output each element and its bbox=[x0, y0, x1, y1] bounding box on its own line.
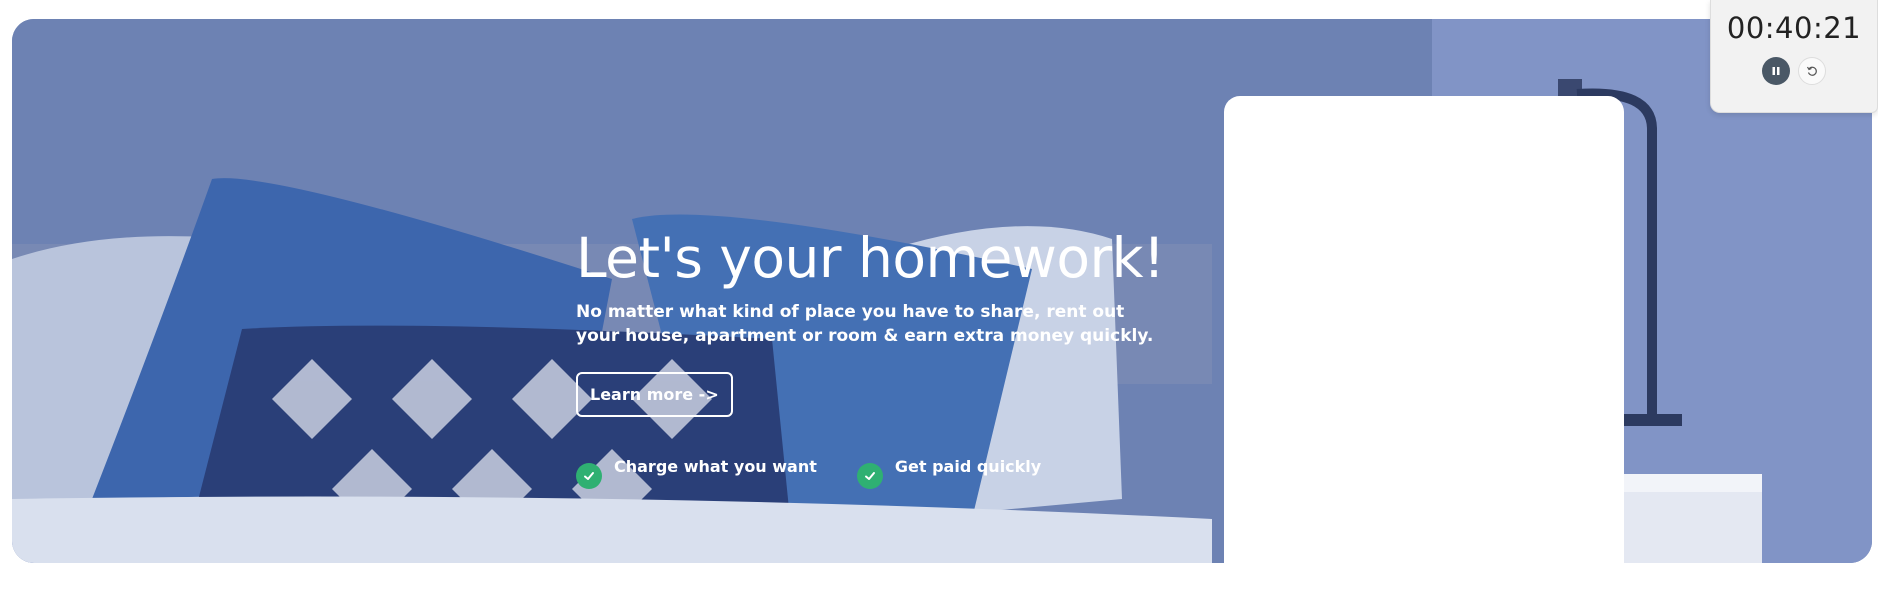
pause-button[interactable] bbox=[1762, 57, 1790, 85]
hero-content: Let's your homework! No matter what kind… bbox=[576, 231, 1176, 489]
timer-controls bbox=[1711, 57, 1877, 85]
hero-title: Let's your homework! bbox=[576, 226, 1165, 290]
form-card bbox=[1224, 96, 1624, 563]
learn-more-button[interactable]: Learn more -> bbox=[576, 372, 733, 417]
feature-list: Charge what you want Get paid quickly bbox=[576, 457, 1176, 489]
page: Let's your homework! No matter what kind… bbox=[0, 0, 1878, 614]
check-icon bbox=[576, 463, 602, 489]
pause-icon bbox=[1772, 67, 1780, 75]
reset-icon bbox=[1806, 66, 1817, 76]
reset-button[interactable] bbox=[1798, 57, 1826, 85]
feature-label: Get paid quickly bbox=[894, 457, 1042, 476]
feature-item-paid: Get paid quickly bbox=[856, 457, 1042, 489]
feature-label: Charge what you want bbox=[614, 457, 817, 476]
check-icon bbox=[856, 463, 883, 489]
timer-widget: 00:40:21 bbox=[1710, 0, 1878, 113]
feature-item-charge: Charge what you want bbox=[576, 457, 817, 489]
hero-subtitle: No matter what kind of place you have to… bbox=[576, 302, 1154, 346]
timer-display: 00:40:21 bbox=[1726, 11, 1862, 45]
